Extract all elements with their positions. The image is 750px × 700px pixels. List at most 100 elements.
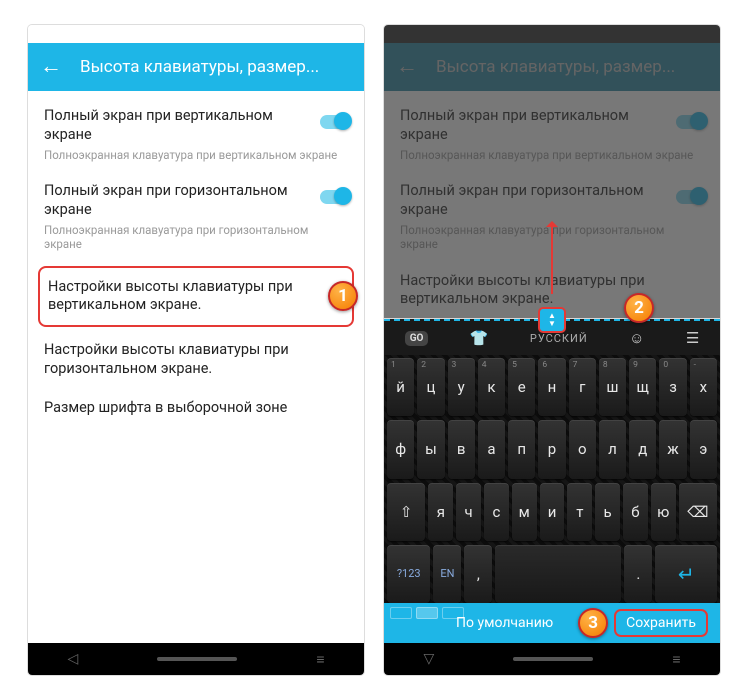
setting-title: Настройки высоты клавиатуры при вертикал… [48, 278, 344, 316]
nav-bar: ▽ ≡ [384, 643, 720, 675]
toolbar-title: Высота клавиатуры, размер... [80, 57, 319, 77]
key[interactable]: . [624, 545, 652, 603]
key[interactable]: у3 [448, 358, 475, 416]
kb-row-3: ⇧ячсмитьбю⌫ [387, 483, 717, 541]
key[interactable]: з0 [659, 358, 686, 416]
setting-height-horizontal[interactable]: Настройки высоты клавиатуры при горизонт… [28, 331, 364, 389]
key[interactable]: EN [433, 545, 461, 603]
key[interactable] [495, 545, 621, 603]
nav-recent-icon[interactable]: ≡ [672, 651, 680, 668]
nav-bar: ◁ ≡ [28, 643, 364, 675]
kb-row-4: ?123EN,.↵ [387, 545, 717, 603]
nav-back-icon[interactable]: ▽ [424, 651, 435, 667]
save-button[interactable]: Сохранить [614, 609, 708, 637]
nav-back-icon[interactable]: ◁ [68, 651, 79, 667]
nav-recent-icon[interactable]: ≡ [316, 651, 324, 668]
kb-row-1: й1ц2у3к4е5н6г7ш8щ9з0х- [387, 358, 717, 416]
key[interactable]: е5 [508, 358, 535, 416]
key[interactable]: г7 [569, 358, 596, 416]
key[interactable]: л [599, 420, 626, 478]
key[interactable]: ж [659, 420, 686, 478]
preset-slots [390, 607, 464, 619]
default-button[interactable]: По умолчанию [456, 615, 553, 631]
setting-sub: Полноэкранная клавуатура при горизонталь… [44, 223, 348, 252]
callout-badge-3: 3 [578, 608, 608, 638]
kb-row-2: фывапролджэ [387, 420, 717, 478]
key[interactable]: б [623, 483, 648, 541]
arrow-up-annotation [551, 224, 553, 294]
key[interactable]: ш8 [599, 358, 626, 416]
setting-title: Настройки высоты клавиатуры при горизонт… [44, 341, 348, 379]
keyboard: GO 👕 РУССКИЙ ☺ ☰ 2 й1ц2у3к4е5н6г7ш8щ9з0х… [384, 319, 720, 643]
toggle-switch[interactable] [320, 115, 350, 129]
key[interactable]: с [484, 483, 509, 541]
key[interactable]: ф [387, 420, 414, 478]
key[interactable]: ⇧ [387, 483, 425, 541]
slot[interactable] [390, 607, 412, 619]
key[interactable]: щ9 [629, 358, 656, 416]
emoji-icon[interactable]: ☺ [629, 329, 644, 347]
key[interactable]: к4 [478, 358, 505, 416]
key[interactable]: н6 [538, 358, 565, 416]
key[interactable]: х- [690, 358, 717, 416]
key[interactable]: а [478, 420, 505, 478]
menu-icon[interactable]: ☰ [686, 329, 699, 347]
setting-title: Размер шрифта в выборочной зоне [44, 399, 348, 418]
key[interactable]: в [448, 420, 475, 478]
key[interactable]: ч [456, 483, 481, 541]
settings-list: Полный экран при вертикальном экране Пол… [28, 91, 364, 428]
back-icon[interactable]: ← [40, 56, 62, 78]
setting-title: Полный экран при вертикальном экране [44, 107, 348, 145]
key[interactable]: ы [417, 420, 444, 478]
toolbar: ← Высота клавиатуры, размер... [28, 43, 364, 91]
callout-badge-2: 2 [624, 293, 654, 323]
status-bar [28, 25, 364, 43]
setting-title: Полный экран при горизонтальном экране [44, 182, 348, 220]
key[interactable]: д [629, 420, 656, 478]
key[interactable]: т [567, 483, 592, 541]
setting-sub: Полноэкранная клавуатура при вертикально… [400, 148, 704, 162]
key[interactable]: , [464, 545, 492, 603]
toggle-switch[interactable] [676, 190, 706, 204]
setting-fullscreen-vertical[interactable]: Полный экран при вертикальном экране Пол… [384, 97, 720, 172]
phone-left: ← Высота клавиатуры, размер... Полный эк… [28, 25, 364, 675]
key[interactable]: р [538, 420, 565, 478]
key[interactable]: я [428, 483, 453, 541]
back-icon[interactable]: ← [396, 56, 418, 78]
key[interactable]: ?123 [387, 545, 430, 603]
key[interactable]: ь [595, 483, 620, 541]
drag-handle[interactable] [538, 307, 566, 333]
key[interactable]: ю [651, 483, 676, 541]
keyboard-bottom-bar: По умолчанию 3 Сохранить [384, 603, 720, 643]
toolbar: ← Высота клавиатуры, размер... [384, 43, 720, 91]
setting-height-vertical[interactable]: Настройки высоты клавиатуры при вертикал… [38, 266, 354, 328]
key[interactable]: й1 [387, 358, 414, 416]
slot[interactable] [442, 607, 464, 619]
toolbar-title: Высота клавиатуры, размер... [436, 57, 675, 77]
theme-icon[interactable]: 👕 [470, 329, 489, 347]
key[interactable]: ⌫ [679, 483, 717, 541]
toggle-switch[interactable] [676, 115, 706, 129]
setting-sub: Полноэкранная клавуатура при вертикально… [44, 148, 348, 162]
key[interactable]: о [569, 420, 596, 478]
setting-fullscreen-vertical[interactable]: Полный экран при вертикальном экране Пол… [28, 97, 364, 172]
key[interactable]: и [540, 483, 565, 541]
key[interactable]: м [512, 483, 537, 541]
key[interactable]: ц2 [417, 358, 444, 416]
callout-badge-1: 1 [328, 281, 358, 311]
nav-home[interactable] [157, 657, 237, 661]
keyboard-rows: й1ц2у3к4е5н6г7ш8щ9з0х- фывапролджэ ⇧ячсм… [384, 355, 720, 603]
key[interactable]: п [508, 420, 535, 478]
language-label[interactable]: РУССКИЙ [530, 332, 588, 345]
setting-fullscreen-horizontal[interactable]: Полный экран при горизонтальном экране П… [28, 172, 364, 261]
setting-title: Полный экран при вертикальном экране [400, 107, 704, 145]
status-bar [384, 25, 720, 43]
toggle-switch[interactable] [320, 190, 350, 204]
key[interactable]: ↵ [655, 545, 717, 603]
keyboard-topbar: GO 👕 РУССКИЙ ☺ ☰ 2 [384, 319, 720, 355]
go-icon[interactable]: GO [405, 331, 429, 346]
slot[interactable] [416, 607, 438, 619]
setting-font-size[interactable]: Размер шрифта в выборочной зоне [28, 389, 364, 428]
nav-home[interactable] [513, 657, 593, 661]
key[interactable]: э [690, 420, 717, 478]
